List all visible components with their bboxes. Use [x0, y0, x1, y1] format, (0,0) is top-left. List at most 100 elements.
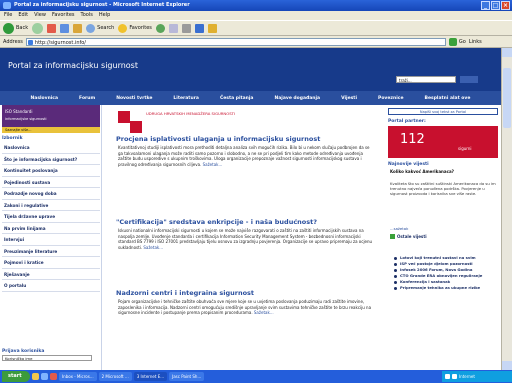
scroll-up-icon[interactable] — [502, 48, 512, 57]
menu-view[interactable]: View — [34, 11, 46, 20]
nav-item[interactable]: Vijesti — [341, 96, 357, 101]
article-more-link[interactable]: Sažetak... — [254, 310, 274, 315]
stop-icon — [47, 23, 57, 33]
favorites-button[interactable]: Favorites — [118, 23, 152, 33]
article-title[interactable]: "Certifikacija" sredstava enkripcije - i… — [116, 218, 317, 226]
sidebar-item[interactable]: Naslovnica — [2, 142, 100, 154]
article-more-link[interactable]: Sažetak... — [203, 162, 223, 167]
search-label: Search — [97, 25, 115, 31]
article-title[interactable]: Nadzorni centri i integraina sigurnost — [116, 289, 254, 297]
site-search-input[interactable]: traži... — [396, 76, 456, 83]
login-heading: Prijava korisnika — [2, 349, 45, 354]
news-list-item[interactable]: Pripremanje tehnika za ukupne rizike — [394, 285, 498, 290]
sidebar-item[interactable]: Rješavanje — [2, 269, 100, 280]
nav-item[interactable]: Besplatni alat ove — [425, 96, 471, 101]
news-list-item[interactable]: ISP već postoje djelom pozornosti — [394, 261, 498, 266]
taskbar: start Inbox - Micros... 2 Microsoft ... … — [0, 370, 512, 383]
sidebar-item[interactable]: Na prvim linijama — [2, 223, 100, 234]
nav-item[interactable]: Najave događanja — [275, 96, 321, 101]
back-button[interactable]: Back — [3, 22, 29, 34]
sidebar-item[interactable]: O portalu — [2, 280, 100, 292]
minimize-icon[interactable]: _ — [481, 1, 490, 10]
close-icon[interactable]: × — [501, 1, 510, 10]
article-body: Pojam organizacijske i tehničke zaštite … — [118, 299, 373, 335]
menu-favorites[interactable]: Favorites — [52, 11, 75, 20]
sidebar-item[interactable]: Što je informacijska sigurnost? — [2, 154, 100, 165]
window-controls: _ □ × — [481, 1, 510, 10]
sidebar-item[interactable]: Zakoni i regulative — [2, 200, 100, 211]
association-logo-icon — [118, 111, 142, 133]
quicklaunch-icon[interactable] — [41, 373, 48, 380]
username-input[interactable]: Korisničko ime — [2, 355, 92, 361]
sidebar-item[interactable]: Pojedinosti sustava — [2, 177, 100, 188]
stop-button[interactable] — [47, 23, 57, 33]
site-search-button[interactable] — [460, 76, 478, 83]
sidebar-item[interactable]: Kontinuitet poslovanja — [2, 165, 100, 177]
partner-heading: Portal partner: — [388, 119, 426, 124]
mail-button[interactable] — [168, 23, 178, 33]
nav-item[interactable]: Literatura — [173, 96, 198, 101]
submit-text-button[interactable]: Napiši svoj tekst za Portal — [388, 108, 498, 115]
sidebar-item[interactable]: Pojmovi i kratice — [2, 257, 100, 269]
sidebar-item[interactable]: Podrazdje novog doba — [2, 188, 100, 200]
window-titlebar[interactable]: Portal za informacijsku sigurnost - Micr… — [0, 0, 512, 11]
news-list-item[interactable]: Konferencija i sastanak — [394, 279, 498, 284]
tray-icon[interactable] — [445, 374, 450, 379]
edit-button[interactable] — [194, 23, 204, 33]
maximize-icon[interactable]: □ — [491, 1, 500, 10]
news-icon — [390, 234, 395, 239]
menu-help[interactable]: Help — [99, 11, 110, 20]
scroll-down-icon[interactable] — [502, 361, 512, 370]
address-input[interactable]: http://sigurnost.info/ — [25, 37, 446, 46]
messenger-button[interactable] — [207, 23, 217, 33]
print-button[interactable] — [181, 23, 191, 33]
sidebar-item[interactable]: Tijela državne uprave — [2, 211, 100, 223]
scroll-thumb[interactable] — [503, 68, 511, 128]
other-news-link[interactable]: Ostale vijesti — [390, 234, 427, 239]
history-button[interactable] — [155, 23, 165, 33]
back-label: Back — [16, 25, 29, 31]
vertical-scrollbar[interactable] — [501, 48, 512, 370]
tray-icon[interactable] — [452, 374, 457, 379]
start-button[interactable]: start — [2, 371, 30, 382]
nav-item[interactable]: Česta pitanja — [220, 96, 254, 101]
home-button[interactable] — [73, 23, 83, 33]
menu-edit[interactable]: Edit — [18, 11, 28, 20]
messenger-icon — [207, 23, 217, 33]
news-list-item[interactable]: CTO Grande ERA obnovljen reguliranje — [394, 273, 498, 278]
taskbar-item[interactable]: 3 Internet E... — [133, 372, 168, 381]
main-nav: Naslovnica Forum Novosti tvrtke Literatu… — [0, 91, 501, 105]
search-button[interactable]: Search — [86, 23, 115, 33]
news-list-item[interactable]: Lotovi koji trenutni sustavi na svim — [394, 255, 498, 260]
go-button[interactable]: Go — [448, 37, 466, 46]
taskbar-item[interactable]: 2 Microsoft ... — [98, 372, 132, 381]
menu-file[interactable]: File — [4, 11, 12, 20]
quicklaunch-icon[interactable] — [32, 373, 39, 380]
forward-button[interactable] — [32, 22, 44, 34]
partner-banner[interactable]: 112 sigurni — [388, 126, 498, 158]
article-body: Iskusni nationalni informacijski sigurno… — [118, 228, 373, 272]
menu-tools[interactable]: Tools — [81, 11, 93, 20]
article-title[interactable]: Procjena isplativosti ulaganja u informa… — [116, 135, 320, 143]
article-more-link[interactable]: Sažetak... — [143, 245, 163, 250]
taskbar-item[interactable]: Inbox - Micros... — [59, 372, 97, 381]
nav-item[interactable]: Naslovnica — [31, 96, 59, 101]
sidebar-ad[interactable]: ISO Standardi informacijske sigurnosti S… — [2, 105, 100, 133]
sidebar-item[interactable]: Preuzimanje literature — [2, 246, 100, 257]
history-icon — [155, 23, 165, 33]
news-more-link[interactable]: ...sažetak — [390, 226, 408, 231]
mail-icon — [168, 23, 178, 33]
nav-item[interactable]: Novosti tvrtke — [116, 96, 152, 101]
nav-item[interactable]: Forum — [79, 96, 95, 101]
news-title[interactable]: Koliko kakvoć Amerikanaca? — [390, 169, 496, 174]
browser-toolbar: Back Search Favorites — [0, 20, 512, 36]
ad-line2: informacijske sigurnosti — [5, 117, 47, 121]
refresh-button[interactable] — [60, 23, 70, 33]
news-list-item[interactable]: Infosek 2006 Forum, Nova Godina — [394, 267, 498, 272]
sidebar-item[interactable]: Intervjui — [2, 234, 100, 246]
taskbar-item[interactable]: Jasc Paint Sh... — [169, 372, 205, 381]
star-icon — [118, 23, 128, 33]
quicklaunch-icon[interactable] — [50, 373, 57, 380]
links-label[interactable]: Links — [469, 39, 482, 45]
nav-item[interactable]: Poveznice — [378, 96, 403, 101]
